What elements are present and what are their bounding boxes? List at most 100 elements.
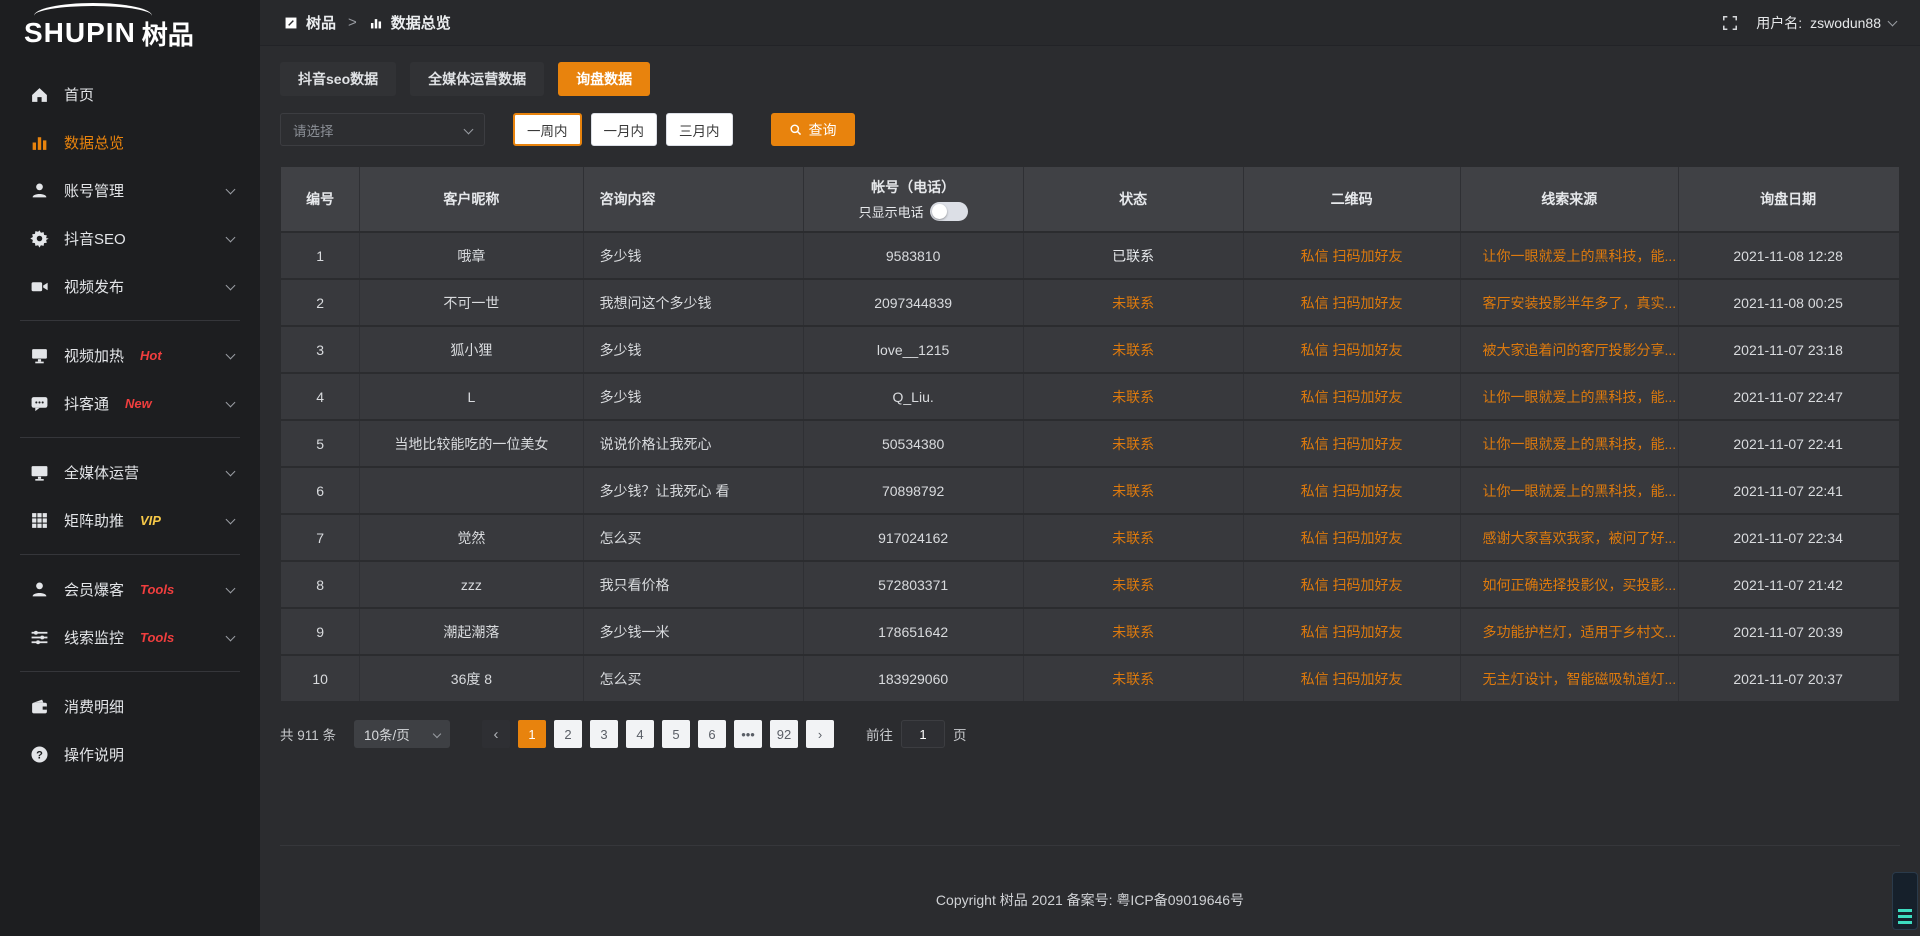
- wallet-icon: [30, 697, 49, 716]
- user-dropdown[interactable]: 用户名: zswodun88: [1756, 13, 1896, 33]
- main-area: 树品 > 数据总览 用户名: zswodun88 抖音seo数据全媒体运营数: [260, 0, 1920, 936]
- breadcrumb: 树品 > 数据总览: [284, 12, 451, 33]
- sidebar-item-member-baoke[interactable]: 会员爆客Tools: [0, 565, 260, 613]
- cell-source-link[interactable]: 多功能护栏灯，适用于乡村文...: [1461, 609, 1679, 654]
- cell-source-link[interactable]: 客厅安装投影半年多了，真实...: [1461, 280, 1679, 325]
- cell-id: 6: [281, 468, 360, 513]
- table-header-row: 编号 客户昵称 咨询内容 帐号（电话） 只显示电话 状态 二维码: [281, 167, 1899, 231]
- cell-status: 已联系: [1024, 233, 1244, 278]
- filter-select[interactable]: 请选择: [280, 113, 485, 146]
- sidebar-item-consume-detail[interactable]: 消费明细: [0, 682, 260, 730]
- cell-qrcode-link[interactable]: 私信 扫码加好友: [1244, 609, 1461, 654]
- table-row: 9潮起潮落多少钱一米178651642未联系私信 扫码加好友多功能护栏灯，适用于…: [281, 607, 1899, 654]
- sidebar-divider: [20, 437, 240, 438]
- sidebar-item-label: 抖音SEO: [64, 228, 126, 249]
- sidebar-item-account-manage[interactable]: 账号管理: [0, 166, 260, 214]
- filter-select-placeholder: 请选择: [293, 120, 334, 140]
- prev-page-button[interactable]: ‹: [482, 720, 510, 748]
- page-button-5[interactable]: 5: [662, 720, 690, 748]
- cell-source-link[interactable]: 无主灯设计，智能磁吸轨道灯...: [1461, 656, 1679, 701]
- cell-qrcode-link[interactable]: 私信 扫码加好友: [1244, 656, 1461, 701]
- col-status: 状态: [1024, 167, 1244, 231]
- page-button-1[interactable]: 1: [518, 720, 546, 748]
- page-button-92[interactable]: 92: [770, 720, 798, 748]
- next-page-button[interactable]: ›: [806, 720, 834, 748]
- total-count: 共 911 条: [280, 724, 336, 744]
- range-button-3[interactable]: 三月内: [666, 113, 733, 146]
- cell-nickname: 潮起潮落: [360, 609, 583, 654]
- table-row: 8zzz我只看价格572803371未联系私信 扫码加好友如何正确选择投影仪，买…: [281, 560, 1899, 607]
- sidebar-item-media-ops[interactable]: 全媒体运营: [0, 448, 260, 496]
- breadcrumb-item-current[interactable]: 数据总览: [391, 12, 451, 33]
- phone-toggle-label: 只显示电话: [859, 202, 924, 221]
- cell-status: 未联系: [1024, 468, 1244, 513]
- page-size-select[interactable]: 10条/页: [354, 720, 450, 748]
- cell-source-link[interactable]: 如何正确选择投影仪，买投影...: [1461, 562, 1679, 607]
- query-button[interactable]: 查询: [771, 113, 855, 146]
- fullscreen-icon[interactable]: [1722, 15, 1738, 31]
- cell-qrcode-link[interactable]: 私信 扫码加好友: [1244, 374, 1461, 419]
- cell-source-link[interactable]: 被大家追着问的客厅投影分享...: [1461, 327, 1679, 372]
- page-button-4[interactable]: 4: [626, 720, 654, 748]
- floating-widget[interactable]: [1892, 872, 1918, 930]
- sidebar-item-clue-monitor[interactable]: 线索监控Tools: [0, 613, 260, 661]
- page-ellipsis[interactable]: •••: [734, 720, 762, 748]
- username-label: 用户名:: [1756, 13, 1802, 33]
- cell-date: 2021-11-07 21:42: [1679, 562, 1897, 607]
- breadcrumb-item-home[interactable]: 树品: [306, 12, 336, 33]
- widget-bar: [1898, 909, 1912, 912]
- cell-source-link[interactable]: 感谢大家喜欢我家，被问了好...: [1461, 515, 1679, 560]
- sidebar-item-badge: Tools: [140, 582, 174, 597]
- phone-only-toggle[interactable]: [930, 202, 968, 221]
- cell-status: 未联系: [1024, 280, 1244, 325]
- page-button-2[interactable]: 2: [554, 720, 582, 748]
- cell-qrcode-link[interactable]: 私信 扫码加好友: [1244, 233, 1461, 278]
- cell-qrcode-link[interactable]: 私信 扫码加好友: [1244, 562, 1461, 607]
- table-row: 7觉然怎么买917024162未联系私信 扫码加好友感谢大家喜欢我家，被问了好.…: [281, 513, 1899, 560]
- tab-media-ops-data[interactable]: 全媒体运营数据: [410, 62, 544, 96]
- cell-date: 2021-11-08 00:25: [1679, 280, 1897, 325]
- chevron-down-icon: [226, 233, 236, 243]
- cell-qrcode-link[interactable]: 私信 扫码加好友: [1244, 468, 1461, 513]
- sidebar-item-home[interactable]: 首页: [0, 70, 260, 118]
- cell-source-link[interactable]: 让你一眼就爱上的黑科技，能...: [1461, 374, 1679, 419]
- range-button-1[interactable]: 一周内: [513, 113, 582, 146]
- sidebar-divider: [20, 320, 240, 321]
- goto-page-input[interactable]: [901, 720, 945, 748]
- chevron-down-icon: [433, 730, 441, 738]
- cell-source-link[interactable]: 让你一眼就爱上的黑科技，能...: [1461, 421, 1679, 466]
- cell-id: 5: [281, 421, 360, 466]
- sidebar-item-douyin-seo[interactable]: 抖音SEO: [0, 214, 260, 262]
- widget-bar: [1898, 921, 1912, 924]
- cell-source-link[interactable]: 让你一眼就爱上的黑科技，能...: [1461, 233, 1679, 278]
- cell-date: 2021-11-07 22:41: [1679, 421, 1897, 466]
- cell-qrcode-link[interactable]: 私信 扫码加好友: [1244, 421, 1461, 466]
- cell-qrcode-link[interactable]: 私信 扫码加好友: [1244, 327, 1461, 372]
- col-content: 咨询内容: [584, 167, 804, 231]
- cell-qrcode-link[interactable]: 私信 扫码加好友: [1244, 515, 1461, 560]
- tab-douyin-seo-data[interactable]: 抖音seo数据: [280, 62, 396, 96]
- sidebar-menu: 首页数据总览账号管理抖音SEO 视频发布视频加热Hot抖客通New 全媒体运营矩阵助…: [0, 60, 260, 778]
- sidebar-item-video-heat[interactable]: 视频加热Hot: [0, 331, 260, 379]
- sidebar-item-data-overview[interactable]: 数据总览: [0, 118, 260, 166]
- range-button-2[interactable]: 一月内: [591, 113, 658, 146]
- page-button-3[interactable]: 3: [590, 720, 618, 748]
- monitor-icon: [30, 463, 49, 482]
- cell-nickname: 36度 8: [360, 656, 583, 701]
- page-button-6[interactable]: 6: [698, 720, 726, 748]
- table-row: 6多少钱？让我死心 看70898792未联系私信 扫码加好友让你一眼就爱上的黑科…: [281, 466, 1899, 513]
- tab-inquiry-data[interactable]: 询盘数据: [558, 62, 650, 96]
- sidebar-item-video-publish[interactable]: 视频发布: [0, 262, 260, 310]
- username-value: zswodun88: [1810, 15, 1881, 31]
- sidebar-item-help[interactable]: ?操作说明: [0, 730, 260, 778]
- table-body: 1哦章多少钱9583810已联系私信 扫码加好友让你一眼就爱上的黑科技，能...…: [281, 231, 1899, 701]
- cell-status: 未联系: [1024, 562, 1244, 607]
- col-qrcode: 二维码: [1244, 167, 1461, 231]
- cell-content: 我想问这个多少钱: [584, 280, 804, 325]
- cell-qrcode-link[interactable]: 私信 扫码加好友: [1244, 280, 1461, 325]
- sidebar-item-matrix-boost[interactable]: 矩阵助推VIP: [0, 496, 260, 544]
- sidebar-item-douketong[interactable]: 抖客通New: [0, 379, 260, 427]
- toggle-knob: [932, 204, 947, 219]
- chevron-down-icon: [1888, 16, 1898, 26]
- cell-source-link[interactable]: 让你一眼就爱上的黑科技，能...: [1461, 468, 1679, 513]
